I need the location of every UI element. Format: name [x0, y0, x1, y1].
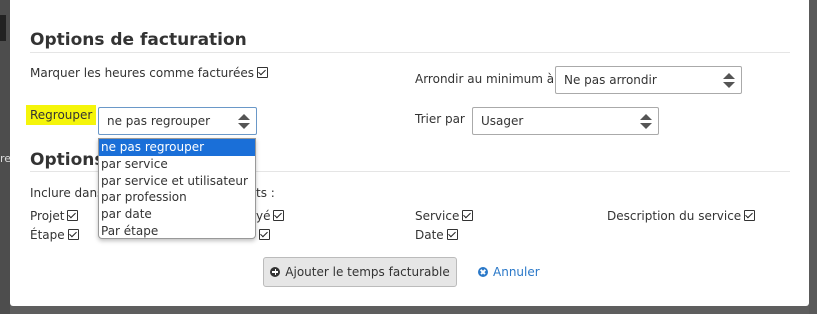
- field-projet-checkbox[interactable]: [67, 210, 79, 221]
- field-description: Description du service: [607, 209, 756, 223]
- field-date-checkbox[interactable]: [446, 229, 458, 240]
- field-etape-label: Étape: [30, 228, 65, 242]
- round-label: Arrondir au minimum à: [415, 72, 555, 86]
- group-select-value: ne pas regrouper: [107, 114, 211, 128]
- cancel-label: Annuler: [493, 265, 540, 279]
- mark-hours-row: Marquer les heures comme facturées: [30, 66, 268, 80]
- include-suffix: ts :: [256, 186, 275, 200]
- plus-circle-icon: [270, 267, 281, 277]
- group-option[interactable]: Par étape: [99, 223, 255, 240]
- group-option[interactable]: par date: [99, 206, 255, 223]
- field-description-label: Description du service: [607, 209, 742, 223]
- field-paye-label: yé: [256, 209, 271, 223]
- field-projet: Projet: [30, 209, 79, 223]
- group-select[interactable]: ne pas regrouper: [98, 107, 257, 135]
- sort-select-value: Usager: [481, 114, 524, 128]
- background-text-fragment: re: [0, 152, 12, 165]
- group-label-highlighted: Regrouper: [26, 105, 97, 125]
- close-circle-icon: [478, 267, 488, 277]
- field-date-label: Date: [415, 228, 444, 242]
- field-date: Date: [415, 228, 458, 242]
- group-option[interactable]: par service: [99, 156, 255, 173]
- add-billable-time-label: Ajouter le temps facturable: [285, 265, 450, 279]
- field-paye-checkbox[interactable]: [273, 210, 285, 221]
- cancel-link[interactable]: Annuler: [478, 265, 540, 279]
- select-arrows-icon: [238, 114, 250, 130]
- include-prefix: Inclure dans: [30, 186, 104, 200]
- sort-select[interactable]: Usager: [472, 107, 659, 135]
- round-select[interactable]: Ne pas arrondir: [555, 66, 742, 94]
- round-select-value: Ne pas arrondir: [564, 73, 657, 87]
- field-description-checkbox[interactable]: [744, 210, 756, 221]
- field-service-checkbox[interactable]: [462, 210, 474, 221]
- group-option[interactable]: par service et utilisateur: [99, 173, 255, 190]
- billing-modal: Options de facturation Marquer les heure…: [10, 0, 809, 306]
- mark-hours-checkbox[interactable]: [256, 67, 268, 78]
- background-page-strip-right: [809, 0, 817, 314]
- field-etape: Étape: [30, 228, 79, 242]
- section-divider: [30, 52, 790, 53]
- group-option[interactable]: par profession: [99, 189, 255, 206]
- mark-hours-label: Marquer les heures comme facturées: [30, 66, 254, 80]
- field-hidden-checkbox[interactable]: [259, 229, 270, 240]
- group-option[interactable]: ne pas regrouper: [99, 139, 255, 156]
- field-hidden-second: [256, 228, 270, 242]
- field-service-label: Service: [415, 209, 460, 223]
- field-service: Service: [415, 209, 474, 223]
- field-etape-checkbox[interactable]: [67, 229, 79, 240]
- field-paye: yé: [256, 209, 285, 223]
- select-arrows-icon: [723, 73, 735, 89]
- billing-section-title: Options de facturation: [30, 30, 247, 50]
- field-projet-label: Projet: [30, 209, 65, 223]
- background-page-strip: re: [0, 0, 12, 314]
- select-arrows-icon: [640, 114, 652, 130]
- group-dropdown-list: ne pas regrouper par service par service…: [98, 138, 256, 239]
- add-billable-time-button[interactable]: Ajouter le temps facturable: [263, 257, 457, 287]
- background-icon: [0, 15, 6, 41]
- sort-label: Trier par: [415, 112, 465, 126]
- group-label: Regrouper: [26, 105, 97, 125]
- options-section-title: Options: [30, 150, 105, 170]
